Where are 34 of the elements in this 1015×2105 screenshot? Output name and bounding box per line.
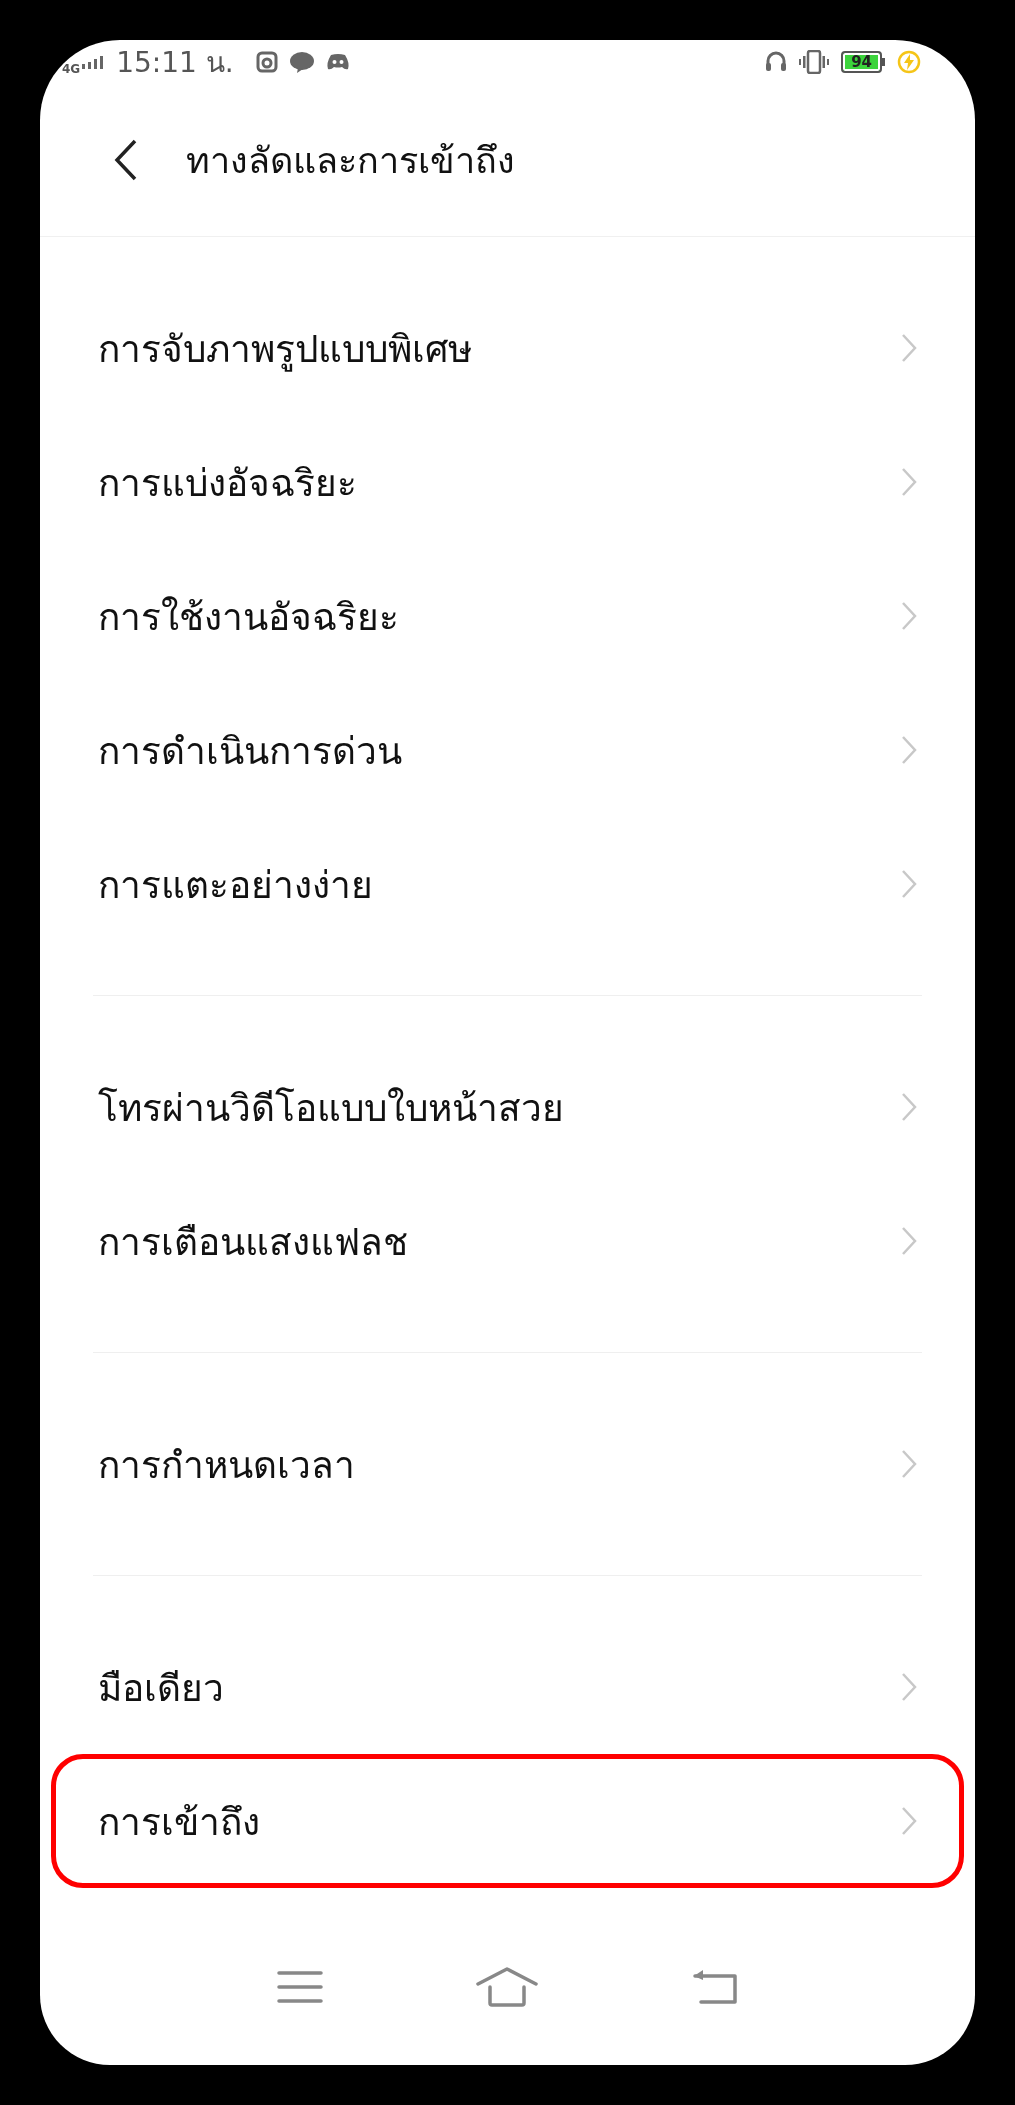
chevron-icon bbox=[901, 1672, 917, 1702]
settings-item[interactable]: มือเดียว bbox=[51, 1620, 964, 1754]
chevron-icon bbox=[901, 869, 917, 899]
chevron-icon bbox=[901, 1806, 917, 1836]
clock-time: 15:11 น. bbox=[116, 45, 234, 81]
network-label: 4G bbox=[62, 62, 81, 76]
settings-item[interactable]: การแตะอย่างง่าย bbox=[51, 817, 964, 951]
settings-item[interactable]: การจับภาพรูปแบบพิเศษ bbox=[51, 281, 964, 415]
menu-icon[interactable] bbox=[276, 1970, 323, 2004]
headphones-icon bbox=[765, 50, 788, 74]
battery-level: 94 bbox=[841, 51, 882, 73]
settings-item[interactable]: การใช้งานอัจฉริยะ bbox=[51, 549, 964, 683]
settings-item[interactable]: การแบ่งอัจฉริยะ bbox=[51, 415, 964, 549]
chevron-icon bbox=[901, 735, 917, 765]
chevron-icon bbox=[901, 1449, 917, 1479]
chevron-icon bbox=[901, 333, 917, 363]
settings-item[interactable]: การดำเนินการด่วน bbox=[51, 683, 964, 817]
chevron-icon bbox=[901, 467, 917, 497]
signal-icon bbox=[82, 55, 105, 69]
settings-item[interactable]: โทรผ่านวิดีโอแบบใบหน้าสวย bbox=[51, 1040, 964, 1174]
page-title: ทางลัดและการเข้าถึง bbox=[186, 138, 515, 183]
settings-item[interactable]: การกำหนดเวลา bbox=[51, 1397, 964, 1531]
chevron-icon bbox=[901, 1226, 917, 1256]
chevron-icon bbox=[901, 601, 917, 631]
vibrate-icon bbox=[799, 50, 830, 74]
lightning-icon bbox=[897, 50, 921, 74]
home-icon[interactable] bbox=[475, 1967, 538, 2007]
camera-icon bbox=[255, 51, 278, 73]
chat-bubble-icon bbox=[289, 51, 314, 73]
settings-item[interactable]: การเข้าถึง bbox=[51, 1754, 964, 1888]
settings-item[interactable]: การเตือนแสงแฟลช bbox=[51, 1174, 964, 1308]
back-icon[interactable] bbox=[690, 1968, 739, 2006]
gamepad-icon bbox=[325, 53, 350, 71]
chevron-icon bbox=[901, 1092, 917, 1122]
